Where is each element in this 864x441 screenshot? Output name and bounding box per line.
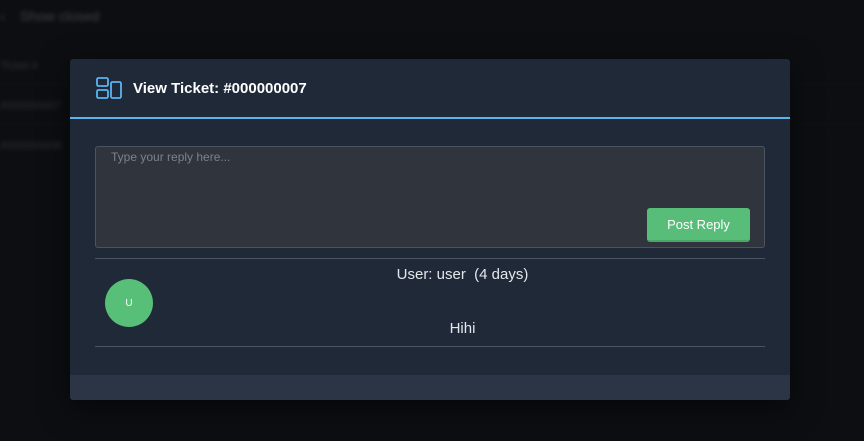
message-body: Hihi: [449, 320, 476, 337]
view-ticket-modal: View Ticket: #000000007 Post Reply User:…: [70, 59, 790, 400]
ticket-layout-icon: [96, 77, 122, 99]
reply-box: Post Reply: [95, 146, 765, 248]
message-author: User: user: [396, 266, 466, 283]
message-divider-top: [95, 258, 765, 259]
message-meta: User: user (4 days): [95, 266, 790, 283]
modal-footer: [70, 375, 790, 400]
modal-title: View Ticket: #000000007: [133, 79, 307, 97]
post-reply-button[interactable]: Post Reply: [647, 208, 750, 242]
message-divider-bottom: [95, 346, 765, 347]
message-time: (4 days): [474, 266, 529, 283]
modal-header: View Ticket: #000000007: [70, 59, 790, 119]
